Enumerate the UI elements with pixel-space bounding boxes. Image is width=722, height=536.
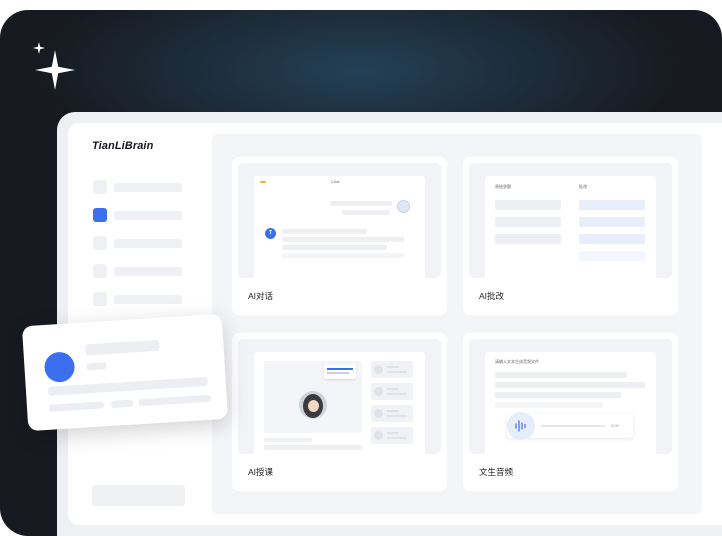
feature-card-ai-chat[interactable]: Chat T AI对话 <box>232 157 447 315</box>
name-placeholder <box>85 339 160 356</box>
nav-label-placeholder <box>114 267 182 276</box>
grading-row <box>579 251 645 261</box>
column-header: 批改 <box>579 184 587 189</box>
brand-logo: TianLiBrain <box>92 140 154 152</box>
caption-line <box>264 438 312 442</box>
text-line <box>495 382 645 388</box>
caption-line <box>264 445 362 450</box>
speech-bubble <box>324 365 356 379</box>
message-line <box>282 237 404 242</box>
nav-icon <box>93 264 107 278</box>
tag-placeholder <box>138 394 212 407</box>
nav-icon <box>93 180 107 194</box>
message-bubble <box>330 201 392 206</box>
feature-card-text-to-audio[interactable]: 请输入文本生成音频文件 3:00 文生音频 <box>463 333 678 491</box>
text-line <box>495 392 621 398</box>
answer-row <box>495 234 561 244</box>
audio-player[interactable]: 3:00 <box>507 412 633 440</box>
grading-row <box>579 217 645 227</box>
sidebar-item-active[interactable] <box>93 208 183 223</box>
slide-thumb <box>371 361 413 378</box>
waveform-icon[interactable] <box>507 412 535 440</box>
avatar <box>43 351 76 384</box>
feature-card-ai-teaching[interactable]: AI授课 <box>232 333 447 491</box>
nav-icon <box>93 292 107 306</box>
grading-row <box>579 234 645 244</box>
assistant-avatar: T <box>265 228 276 239</box>
feature-card-ai-grading[interactable]: 原始答题 批改 AI批改 <box>463 157 678 315</box>
nav-label-placeholder <box>114 183 182 192</box>
card-preview <box>238 339 441 454</box>
prompt-text: 请输入文本生成音频文件 <box>495 359 539 364</box>
audio-time: 3:00 <box>611 423 619 428</box>
preview-sheet <box>254 352 425 454</box>
slide-thumb <box>371 405 413 422</box>
column-header: 原始答题 <box>495 184 511 189</box>
message-line <box>282 245 387 250</box>
sidebar-item[interactable] <box>93 264 183 279</box>
sidebar-footer-button[interactable] <box>92 485 185 506</box>
nav-label-placeholder <box>114 211 182 220</box>
teacher-avatar <box>299 391 327 419</box>
text-placeholder <box>47 376 208 396</box>
preview-sheet: Chat T <box>254 176 425 278</box>
card-title: AI授课 <box>248 467 274 477</box>
sidebar-item[interactable] <box>93 180 183 195</box>
card-title: AI批改 <box>479 291 505 301</box>
card-preview: Chat T <box>238 163 441 278</box>
message-bubble <box>342 210 390 215</box>
nav-label-placeholder <box>114 295 182 304</box>
window-dots <box>260 181 266 183</box>
card-preview: 原始答题 批改 <box>469 163 672 278</box>
card-title: AI对话 <box>248 291 274 301</box>
nav-icon <box>93 236 107 250</box>
sidebar-item[interactable] <box>93 236 183 251</box>
sparkle-icon <box>33 42 75 90</box>
floating-profile-card <box>21 313 229 432</box>
chat-header: Chat <box>331 179 340 184</box>
tag-placeholder <box>110 399 134 408</box>
text-line <box>495 402 603 408</box>
card-preview: 请输入文本生成音频文件 3:00 <box>469 339 672 454</box>
progress-track[interactable] <box>541 425 605 427</box>
slide-thumb <box>371 427 413 444</box>
user-avatar <box>397 200 410 213</box>
message-line <box>282 229 367 234</box>
answer-row <box>495 200 561 210</box>
preview-sheet: 原始答题 批改 <box>485 176 656 278</box>
tag-placeholder <box>48 401 105 412</box>
answer-row <box>495 217 561 227</box>
sidebar-item[interactable] <box>93 292 183 307</box>
slide-thumb <box>371 383 413 400</box>
card-title: 文生音频 <box>479 467 514 477</box>
nav-icon <box>93 208 107 222</box>
preview-sheet: 请输入文本生成音频文件 3:00 <box>485 352 656 454</box>
meta-placeholder <box>86 362 107 371</box>
grading-row <box>579 200 645 210</box>
nav-label-placeholder <box>114 239 182 248</box>
text-line <box>495 372 627 378</box>
message-line <box>282 253 404 258</box>
